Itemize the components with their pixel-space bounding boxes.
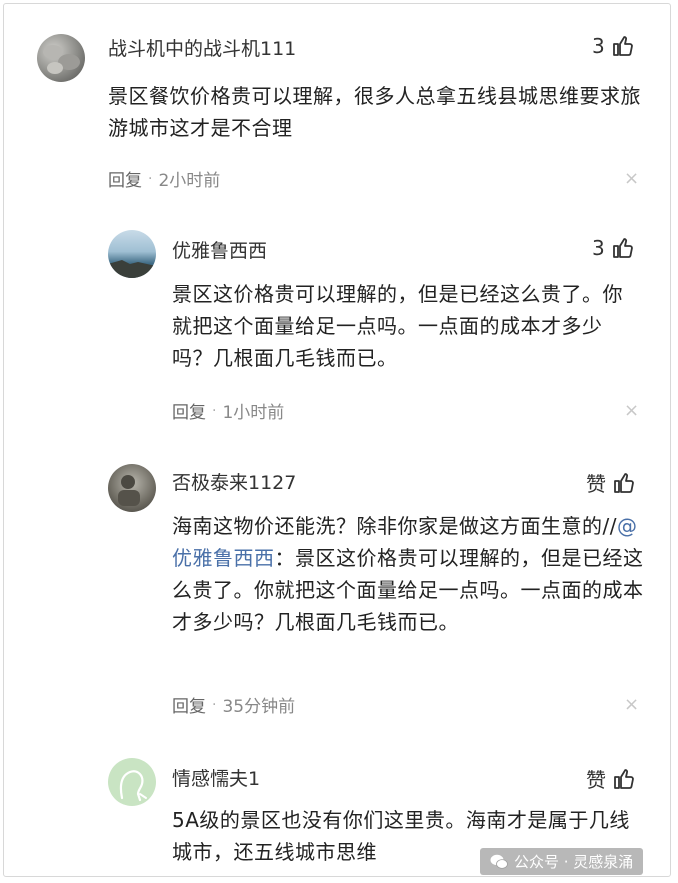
timestamp: 1小时前	[222, 403, 285, 423]
avatar[interactable]	[108, 230, 156, 278]
like-button[interactable]: 赞	[586, 468, 636, 497]
comment-text: 海南这物价还能洗？除非你家是做这方面生意的//@优雅鲁西西：景区这价格贵可以理解…	[172, 510, 646, 638]
like-count: 3	[592, 236, 605, 260]
avatar[interactable]	[108, 464, 156, 512]
thumbs-up-icon	[612, 36, 633, 56]
watermark: 公众号 · 灵感泉涌	[480, 848, 644, 875]
comment-panel: 战斗机中的战斗机111 3 景区餐饮价格贵可以理解，很多人总拿五线县城思维要求旅…	[3, 3, 671, 877]
comment-text: 景区餐饮价格贵可以理解，很多人总拿五线县城思维要求旅游城市这才是不合理	[108, 84, 641, 140]
like-label: 赞	[586, 768, 606, 792]
timestamp: 35分钟前	[222, 697, 296, 717]
photo-avatar-image	[118, 475, 140, 506]
avatar[interactable]	[37, 34, 85, 82]
thumbs-up-icon	[612, 238, 633, 258]
comment-text-part: 海南这物价还能洗？除非你家是做这方面生意的//	[172, 514, 617, 538]
reply-button[interactable]: 回复	[172, 692, 206, 717]
thumbs-up-icon	[614, 768, 634, 789]
pebbles-avatar-image	[43, 45, 80, 74]
comment-text: 景区这价格贵可以理解的，但是已经这么贵了。你就把这个面量给足一点吗。一点面的成本…	[172, 282, 623, 370]
like-count: 3	[592, 34, 605, 58]
username[interactable]: 战斗机中的战斗机111	[108, 34, 296, 61]
close-icon[interactable]: ×	[624, 696, 639, 714]
comment-meta: 回复 · 1小时前	[172, 398, 285, 424]
seascape-avatar-image	[108, 260, 156, 278]
reply-button[interactable]: 回复	[108, 166, 142, 191]
like-label: 赞	[586, 472, 606, 496]
watermark-text: 公众号 · 灵感泉涌	[514, 853, 634, 871]
person-outline-avatar-image	[119, 770, 147, 802]
separator-dot: ·	[212, 696, 217, 713]
thumbs-up-icon	[614, 472, 634, 493]
reply-button[interactable]: 回复	[172, 398, 206, 423]
like-button[interactable]: 3	[592, 236, 635, 260]
comment-meta: 回复 · 35分钟前	[172, 692, 296, 718]
username[interactable]: 情感懦夫1	[172, 764, 260, 791]
close-icon[interactable]: ×	[624, 402, 639, 420]
separator-dot: ·	[148, 170, 153, 187]
avatar[interactable]	[108, 758, 156, 806]
timestamp: 2小时前	[158, 171, 221, 191]
separator-dot: ·	[212, 402, 217, 419]
like-button[interactable]: 3	[592, 34, 635, 58]
like-button[interactable]: 赞	[586, 764, 636, 793]
comment-meta: 回复 · 2小时前	[108, 166, 221, 192]
username[interactable]: 优雅鲁西西	[172, 236, 267, 263]
close-icon[interactable]: ×	[624, 170, 639, 188]
username[interactable]: 否极泰来1127	[172, 468, 296, 495]
wechat-icon	[490, 854, 508, 869]
